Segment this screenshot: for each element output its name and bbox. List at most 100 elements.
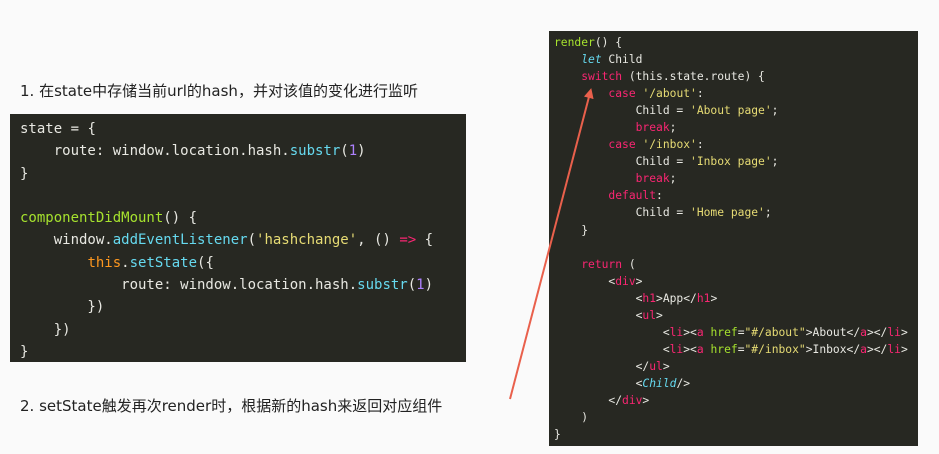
code-token: </ <box>554 393 623 407</box>
code-token: ) <box>554 411 589 425</box>
code-token: a <box>860 342 867 356</box>
code-token: a <box>696 325 704 339</box>
code-token: setState <box>129 254 198 271</box>
code-token: ) <box>357 143 366 160</box>
code-token: . <box>121 254 130 271</box>
code-line: this.setState({ <box>20 252 466 274</box>
code-token: > <box>900 325 908 339</box>
code-token: = <box>737 342 745 356</box>
code-token: ( <box>622 257 636 271</box>
code-token: let <box>581 53 602 67</box>
code-line: <h1>App</h1> <box>554 290 918 307</box>
code-token: > <box>642 393 650 407</box>
code-token: < <box>554 274 616 288</box>
code-token: 1 <box>348 143 358 160</box>
code-line: switch (this.state.route) { <box>554 68 918 85</box>
code-token: 'Inbox page' <box>690 155 772 169</box>
state-listener-code-block: state = { route: window.location.hash.su… <box>10 114 466 362</box>
code-token: li <box>887 342 901 356</box>
code-token: default <box>608 189 657 203</box>
code-token: 'hashchange' <box>256 232 358 249</box>
code-token: ( <box>340 143 349 160</box>
code-token: state <box>20 121 63 137</box>
code-line: case '/inbox': <box>554 136 918 153</box>
code-token: route: window.location.hash. <box>20 277 358 294</box>
code-line: <li><a href="#/inbox">Inbox</a></li> <box>554 341 918 358</box>
code-token: > <box>900 342 908 356</box>
code-line: <ul> <box>554 307 918 324</box>
code-line: break; <box>554 170 918 187</box>
code-token: Child <box>642 376 677 390</box>
code-token: >< <box>683 342 697 356</box>
code-token: case <box>608 87 636 101</box>
code-line: <li><a href="#/about">About</a></li> <box>554 324 918 341</box>
code-line: } <box>554 426 918 443</box>
code-token: componentDidMount <box>20 210 164 227</box>
step2-caption: 2. setState触发再次render时，根据新的hash来返回对应组件 <box>20 397 443 415</box>
code-token: >App</ <box>656 291 697 305</box>
code-token: Child = <box>554 206 691 220</box>
code-token: ></ <box>866 342 888 356</box>
code-token: case <box>608 138 636 152</box>
code-line: let Child <box>554 51 918 68</box>
code-token: Child = <box>554 104 691 118</box>
code-token: div <box>622 393 643 407</box>
code-token: () { <box>594 36 623 49</box>
code-token: ; <box>771 104 779 118</box>
code-token: 'Home page' <box>690 206 765 220</box>
code-token: (this.state.route) { <box>622 70 765 84</box>
code-token: , () <box>357 232 400 249</box>
code-line: Child = 'Inbox page'; <box>554 153 918 170</box>
code-token: li <box>669 342 684 356</box>
code-token: href <box>710 325 738 339</box>
code-token: : <box>696 138 704 152</box>
code-line: } <box>554 222 918 239</box>
code-token: substr <box>357 277 408 294</box>
code-token: </ <box>554 359 650 373</box>
code-token: window. <box>20 232 113 249</box>
code-token: : <box>696 87 704 101</box>
code-token: > <box>710 291 718 305</box>
code-token: } <box>554 223 589 237</box>
code-token: ; <box>669 121 677 135</box>
code-line: render() { <box>554 34 918 51</box>
code-token: a <box>860 325 867 339</box>
code-line: state = { <box>20 118 466 140</box>
code-token: "#/about" <box>744 325 806 339</box>
code-line: route: window.location.hash.substr(1) <box>20 274 466 296</box>
code-line: break; <box>554 119 918 136</box>
code-token: '/inbox' <box>642 138 697 152</box>
code-token: >Inbox</ <box>805 342 861 356</box>
code-token: ({ <box>197 254 214 271</box>
code-token: }) <box>20 299 105 316</box>
code-token: ul <box>642 308 657 322</box>
code-token: > <box>662 359 670 373</box>
code-line: window.addEventListener('hashchange', ()… <box>20 229 466 251</box>
code-token: href <box>710 342 738 356</box>
code-token: 'About page' <box>690 104 772 118</box>
code-token: ; <box>669 172 677 186</box>
code-token: "#/inbox" <box>744 342 806 356</box>
code-line: default: <box>554 187 918 204</box>
code-line: </ul> <box>554 358 918 375</box>
code-token: = { <box>62 121 96 137</box>
code-token: > <box>635 274 643 288</box>
code-line: Child = 'Home page'; <box>554 204 918 221</box>
code-token: ul <box>649 359 663 373</box>
code-line: } <box>20 163 466 185</box>
code-line: } <box>20 341 466 363</box>
code-line: route: window.location.hash.substr(1) <box>20 140 466 162</box>
code-token: ( <box>247 232 257 249</box>
code-token: >< <box>683 325 697 339</box>
code-token: } <box>20 343 29 360</box>
code-line: }) <box>20 296 466 318</box>
code-token: break <box>635 172 670 186</box>
code-token: ( <box>407 277 417 294</box>
code-token: ; <box>771 155 779 169</box>
